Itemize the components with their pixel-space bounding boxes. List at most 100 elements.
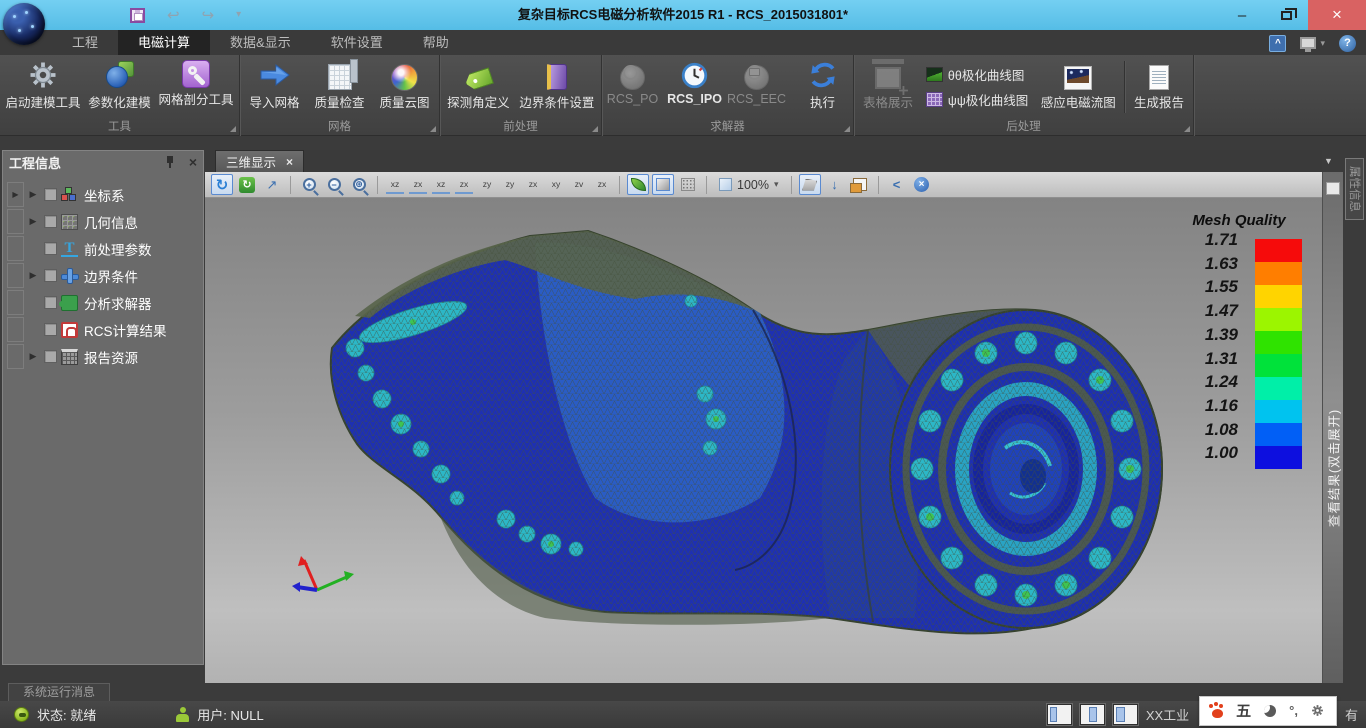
import-mesh-button[interactable]: 导入网格 bbox=[242, 55, 307, 119]
tree-checkbox[interactable] bbox=[44, 296, 57, 309]
tree-item-boundary-conditions[interactable]: ▶ 边界条件 bbox=[3, 262, 203, 289]
moon-icon[interactable] bbox=[1264, 705, 1276, 717]
dialog-launcher-icon[interactable] bbox=[230, 126, 236, 132]
ribbon: 启动建模工具 参数化建模 网格剖分工具 工具 导入网格 bbox=[0, 55, 1366, 136]
pin-icon[interactable] bbox=[165, 156, 175, 168]
copy-view-button[interactable] bbox=[849, 174, 871, 195]
layout-left-panel-button[interactable] bbox=[1047, 704, 1072, 725]
layout-center-panel-button[interactable] bbox=[1080, 704, 1105, 725]
dialog-launcher-icon[interactable] bbox=[430, 126, 436, 132]
view-orientation-button-1[interactable]: xz bbox=[386, 175, 404, 194]
induced-current-map-button[interactable]: 感应电磁流图 bbox=[1034, 55, 1122, 119]
tab-project[interactable]: 工程 bbox=[52, 30, 118, 55]
ribbon-group-solver: RCS_PO RCS_IPO RCS_EEC 执行 bbox=[602, 55, 854, 136]
tree-checkbox[interactable] bbox=[44, 269, 57, 282]
expand-arrow-icon[interactable]: ▶ bbox=[24, 351, 42, 362]
tab-em-computation[interactable]: 电磁计算 bbox=[118, 30, 210, 55]
tree-item-geometry-info[interactable]: ▶ 几何信息 bbox=[3, 208, 203, 235]
parametric-modeling-button[interactable]: 参数化建模 bbox=[84, 55, 155, 119]
user-icon bbox=[176, 707, 189, 722]
sync-view-button[interactable]: ↻ bbox=[236, 174, 258, 195]
start-modeling-button[interactable]: 启动建模工具 bbox=[2, 55, 84, 119]
ime-settings-gear-icon[interactable] bbox=[1311, 704, 1324, 717]
wireframe-button[interactable] bbox=[677, 174, 699, 195]
expand-arrow-icon[interactable]: ▶ bbox=[24, 189, 42, 200]
panel-close-icon[interactable]: × bbox=[189, 155, 197, 169]
shaded-render-button[interactable] bbox=[652, 174, 674, 195]
quality-cloud-button[interactable]: 质量云图 bbox=[372, 55, 437, 119]
rcs-ipo-button[interactable]: RCS_IPO bbox=[664, 55, 726, 119]
execute-button[interactable]: 执行 bbox=[792, 55, 854, 119]
view-orientation-button-8[interactable]: xy bbox=[547, 175, 565, 194]
close-view-button[interactable]: × bbox=[911, 174, 933, 195]
property-info-tab[interactable]: 属性信息 bbox=[1345, 158, 1364, 220]
3d-canvas[interactable]: Mesh Quality 1.71 1.63 1.55 1.47 1.39 1.… bbox=[205, 198, 1322, 683]
move-down-button[interactable]: ↓ bbox=[824, 174, 846, 195]
share-button[interactable]: < bbox=[886, 174, 908, 195]
zoom-in-button[interactable]: + bbox=[298, 174, 320, 195]
view-orientation-button-6[interactable]: zy bbox=[501, 175, 519, 194]
panel-dropdown-icon[interactable]: ▼ bbox=[1324, 156, 1333, 166]
generate-report-button[interactable]: 生成报告 bbox=[1127, 55, 1191, 119]
minimize-button[interactable]: – bbox=[1220, 0, 1264, 30]
probe-angle-button[interactable]: 探测角定义 bbox=[442, 55, 515, 119]
tree-item-coordinate-system[interactable]: ▶ ▶ 坐标系 bbox=[3, 181, 203, 208]
tab-data-display[interactable]: 数据&显示 bbox=[210, 30, 311, 55]
perspective-button[interactable] bbox=[799, 174, 821, 195]
tree-checkbox[interactable] bbox=[44, 242, 57, 255]
tab-help[interactable]: 帮助 bbox=[403, 30, 469, 55]
ribbon-collapse-icon[interactable]: ^ bbox=[1269, 35, 1286, 52]
psi-polarization-curve-button[interactable]: ψψ极化曲线图 bbox=[926, 90, 1028, 109]
tab-close-icon[interactable]: × bbox=[286, 155, 293, 169]
tree-checkbox[interactable] bbox=[44, 350, 57, 363]
zoom-fit-button[interactable]: ⊕ bbox=[348, 174, 370, 195]
dialog-launcher-icon[interactable] bbox=[592, 126, 598, 132]
help-icon[interactable]: ? bbox=[1339, 35, 1356, 52]
view-orientation-button-3[interactable]: xz bbox=[432, 175, 450, 194]
expand-arrow-icon[interactable]: ▶ bbox=[24, 270, 42, 281]
dialog-launcher-icon[interactable] bbox=[844, 126, 850, 132]
ime-mode-indicator[interactable]: 五 bbox=[1236, 700, 1251, 721]
zoom-level-dropdown[interactable]: 100% ▾ bbox=[714, 178, 784, 192]
smooth-render-button[interactable] bbox=[627, 174, 649, 195]
orbit-rotate-button[interactable]: ↻ bbox=[211, 174, 233, 195]
view-orientation-button-5[interactable]: zy bbox=[478, 175, 496, 194]
pan-button[interactable]: ↗ bbox=[261, 174, 283, 195]
mesh-partition-tool-button[interactable]: 网格剖分工具 bbox=[155, 55, 237, 119]
app-logo[interactable] bbox=[3, 3, 45, 45]
display-style-button[interactable]: ▾ bbox=[1300, 37, 1325, 49]
tree-item-rcs-results[interactable]: RCS计算结果 bbox=[3, 316, 203, 343]
tree-item-report-resources[interactable]: ▶ 报告资源 bbox=[3, 343, 203, 370]
tree-checkbox[interactable] bbox=[44, 188, 57, 201]
tree-item-preprocess-params[interactable]: T 前处理参数 bbox=[3, 235, 203, 262]
restore-button[interactable] bbox=[1264, 0, 1308, 30]
statusbar: 状态: 就绪 用户: NULL XX工业 五 °, 有 bbox=[0, 701, 1366, 728]
boundary-settings-button[interactable]: 边界条件设置 bbox=[515, 55, 599, 119]
expand-arrow-icon[interactable]: ▶ bbox=[24, 216, 42, 227]
splitter-handle[interactable] bbox=[1326, 182, 1340, 195]
quality-check-button[interactable]: 质量检查 bbox=[307, 55, 372, 119]
system-message-tab[interactable]: 系统运行消息 bbox=[8, 683, 110, 701]
view-orientation-button-7[interactable]: zx bbox=[524, 175, 542, 194]
tab-3d-display[interactable]: 三维显示 × bbox=[215, 150, 304, 172]
dialog-launcher-icon[interactable] bbox=[1184, 126, 1190, 132]
group-label-postprocess: 后处理 bbox=[854, 119, 1193, 136]
close-button[interactable]: × bbox=[1308, 0, 1366, 30]
results-collapsed-panel[interactable]: 查看结果(双击展开) bbox=[1322, 172, 1343, 683]
tab-software-settings[interactable]: 软件设置 bbox=[311, 30, 403, 55]
view-orientation-button-10[interactable]: zx bbox=[593, 175, 611, 194]
view-orientation-button-4[interactable]: zx bbox=[455, 175, 473, 194]
ime-punctuation-icon[interactable]: °, bbox=[1289, 703, 1298, 718]
tree-checkbox[interactable] bbox=[44, 215, 57, 228]
view-orientation-button-9[interactable]: zv bbox=[570, 175, 588, 194]
sphere-cube-icon bbox=[104, 59, 136, 91]
tree-item-analysis-solver[interactable]: 分析求解器 bbox=[3, 289, 203, 316]
tree-checkbox[interactable] bbox=[44, 323, 57, 336]
ime-paw-icon[interactable] bbox=[1212, 709, 1223, 718]
theta-polarization-curve-button[interactable]: θθ极化曲线图 bbox=[926, 65, 1028, 84]
tree-item-label: RCS计算结果 bbox=[84, 320, 167, 340]
zoom-out-button[interactable]: − bbox=[323, 174, 345, 195]
layout-wide-panel-button[interactable] bbox=[1113, 704, 1138, 725]
view-orientation-button-2[interactable]: zx bbox=[409, 175, 427, 194]
refresh-icon bbox=[807, 59, 839, 91]
